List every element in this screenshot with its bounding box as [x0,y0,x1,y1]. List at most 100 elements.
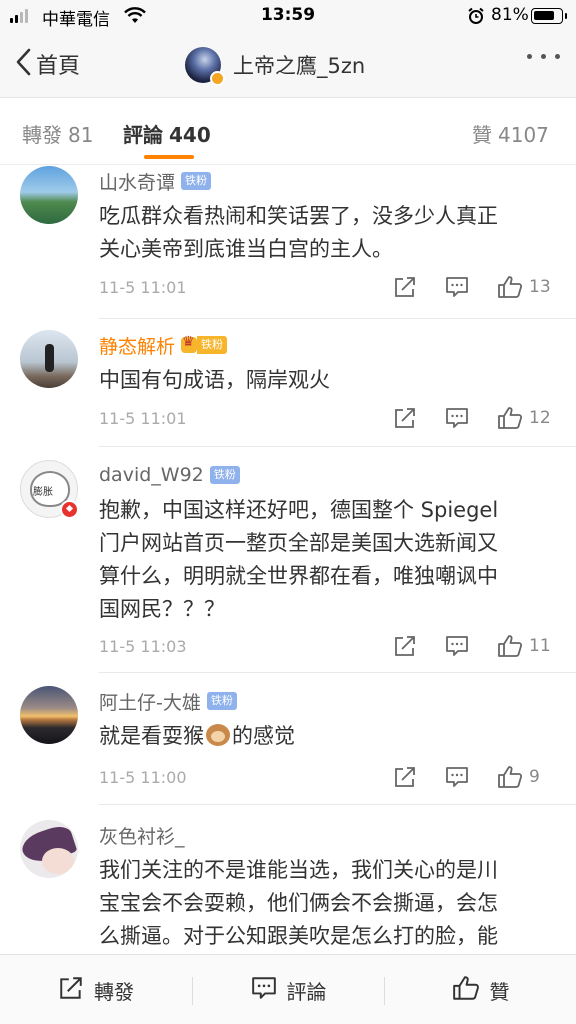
back-label: 首頁 [36,54,81,79]
monkey-emoji-icon [206,724,230,746]
tab-comments[interactable]: 評論 440 [123,119,211,148]
navigation-bar: 首頁 上帝之鷹_5zn [0,32,576,98]
comment-text: 就是看耍猴 的感觉 [99,720,559,753]
comment-text-line: 中国有句成语，隔岸观火 [99,368,330,392]
avatar[interactable] [185,47,225,86]
comment-text: 抱歉，中国这样还好吧，德国整个 Spiegel 门户网站首页一整页全部是美国大选… [99,494,559,626]
comment-text-line: 门户网站首页一整页全部是美国大选新闻又 [99,531,498,555]
comment-text: 中国有句成语，隔岸观火 [99,364,559,397]
tab-count: 4107 [498,123,549,147]
repost-button[interactable] [393,407,417,429]
comment-time: 11-5 11:00 [99,768,187,787]
comment-username[interactable]: 静态解析 [99,332,175,359]
status-bar: 中華電信 13:59 81% [0,0,576,32]
back-button[interactable]: 首頁 [14,46,80,82]
toolbar-label: 評論 [286,979,327,1004]
thumbs-up-icon [497,765,523,789]
comment-button[interactable]: 評論 [193,955,384,1024]
tab-label: 轉發 [22,123,62,147]
chevron-left-icon [14,47,34,81]
share-icon [393,276,417,298]
comment-text-line: 国网民？？？ [99,597,225,621]
like-count: 11 [529,636,551,656]
tab-bar: 轉發 81 評論 440 贊 4107 [0,99,576,165]
comment-text-line: 算什么，明明就全世界都在看，唯独嘲讽中 [99,564,498,588]
red-badge-icon [60,500,79,519]
avatar[interactable] [20,330,78,388]
comment-text-line: 么撕逼。对于公知跟美吹是怎么打的脸，能 [99,924,498,948]
comment-time: 11-5 11:01 [99,409,187,428]
avatar[interactable] [20,686,78,744]
comment-text-line: 关心美帝到底谁当白宫的主人。 [99,237,393,261]
comment-icon [445,766,469,788]
thumbs-up-icon [497,634,523,658]
reply-button[interactable] [445,766,469,788]
like-button[interactable]: 12 [497,406,559,430]
vip-crown-icon [181,334,198,353]
share-icon [393,635,417,657]
battery-percent: 81% [491,5,529,25]
share-icon [393,407,417,429]
alarm-icon [467,7,485,30]
bottom-toolbar: 轉發 評論 贊 [0,954,576,1024]
divider [99,318,576,319]
reply-button[interactable] [445,276,469,298]
repost-button[interactable]: 轉發 [0,955,192,1024]
comment-username[interactable]: 山水奇谭 [99,168,175,195]
tab-count: 81 [68,123,94,147]
divider [99,672,576,673]
comment-username[interactable]: 灰色衬衫_ [99,822,185,849]
comment-icon [445,635,469,657]
thumbs-up-icon [452,975,480,1005]
reply-button[interactable] [445,635,469,657]
comment-text-line: 我们关注的不是谁能当选，我们关心的是川 [99,858,498,882]
avatar-text: 膨胀 [33,487,53,498]
like-button[interactable]: 11 [497,634,559,658]
fan-badge: 铁粉 [197,336,228,354]
comment-text-part: 就是看耍猴 [99,724,204,748]
tab-label: 贊 [472,123,492,147]
battery-level [534,11,554,20]
comment-list: 山水奇谭 铁粉 吃瓜群众看热闹和笑话罢了，没多少人真正 关心美帝到底谁当白宫的主… [0,166,576,954]
comment-username[interactable]: david_W92 [99,464,204,486]
comment-icon [445,407,469,429]
battery-icon [531,8,567,24]
like-button[interactable]: 9 [497,765,559,789]
toolbar-label: 贊 [489,979,510,1004]
reply-button[interactable] [445,407,469,429]
comment-icon [251,976,277,1004]
like-button[interactable]: 13 [497,275,559,299]
tab-likes[interactable]: 贊 4107 [472,119,549,148]
comment-time: 11-5 11:01 [99,278,187,297]
avatar[interactable] [20,166,78,224]
comment-text: 我们关注的不是谁能当选，我们关心的是川 宝宝会不会耍赖，他们俩会不会撕逼，会怎 … [99,854,559,953]
tab-label: 評論 [123,123,163,147]
divider [99,804,576,805]
tab-repost[interactable]: 轉發 81 [22,119,93,148]
page-title: 上帝之鷹_5zn [233,54,366,78]
comment-text: 吃瓜群众看热闹和笑话罢了，没多少人真正 关心美帝到底谁当白宫的主人。 [99,200,559,266]
comment-icon [445,276,469,298]
fan-badge: 铁粉 [206,692,237,710]
avatar[interactable] [20,820,78,878]
comment-text-line: 抱歉，中国这样还好吧，德国整个 Spiegel [99,498,499,522]
fan-badge: 铁粉 [209,466,240,484]
comment-username[interactable]: 阿土仔-大雄 [99,688,201,715]
repost-button[interactable] [393,276,417,298]
tab-count: 440 [169,123,211,147]
profile-header[interactable]: 上帝之鷹_5zn [185,46,366,86]
comment-text-part: 的感觉 [232,724,295,748]
repost-button[interactable] [393,635,417,657]
like-count: 12 [529,408,551,428]
share-icon [58,976,84,1004]
divider [99,446,576,447]
repost-button[interactable] [393,766,417,788]
thumbs-up-icon [497,406,523,430]
status-time: 13:59 [260,5,316,25]
share-icon [393,766,417,788]
comment-text-line: 宝宝会不会耍赖，他们俩会不会撕逼，会怎 [99,891,498,915]
like-count: 9 [529,767,540,787]
more-dots-icon[interactable] [527,54,560,59]
like-count: 13 [529,277,551,297]
like-button[interactable]: 贊 [385,955,576,1024]
